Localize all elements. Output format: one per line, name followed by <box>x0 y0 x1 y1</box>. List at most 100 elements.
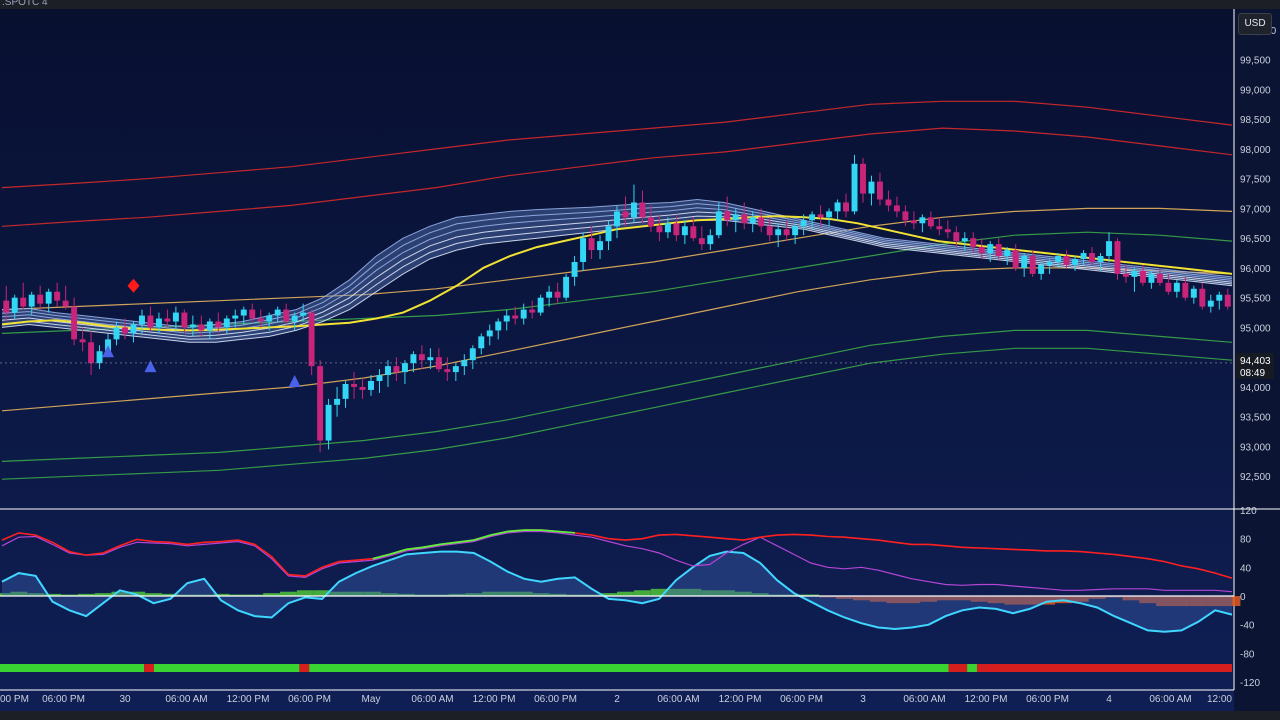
candle-body <box>130 324 137 334</box>
candle-body <box>1224 294 1231 307</box>
candle-body <box>334 398 341 405</box>
candle-body <box>427 357 434 361</box>
candle-body <box>410 354 417 364</box>
candle-body <box>1029 256 1036 274</box>
candle-body <box>749 217 756 224</box>
candle-body <box>206 321 213 331</box>
candle-body <box>512 315 519 319</box>
oscillator-tick-label: -40 <box>1240 621 1255 632</box>
trend-segment-down <box>976 664 1232 672</box>
candle-body <box>376 375 383 382</box>
candle-body <box>571 261 578 277</box>
time-tick-label: 06:00 AM <box>903 694 945 705</box>
trend-segment-up <box>0 664 145 672</box>
candle-body <box>1106 241 1112 257</box>
candle-body <box>155 318 162 328</box>
price-tick-label: 97,000 <box>1240 204 1271 215</box>
candle-body <box>537 297 544 313</box>
candle-body <box>961 238 968 242</box>
candle-body <box>741 214 748 224</box>
candle-body <box>240 309 247 316</box>
candle-body <box>707 235 714 245</box>
candle-body <box>172 312 179 322</box>
candle-body <box>232 315 239 319</box>
candle-body <box>953 232 960 242</box>
candle-body <box>1148 273 1155 283</box>
candle-body <box>860 163 866 194</box>
candle-body <box>444 369 451 373</box>
candle-body <box>800 220 807 227</box>
candle-body <box>732 214 739 221</box>
candle-body <box>1122 273 1129 277</box>
candle-body <box>554 291 561 298</box>
time-tick-label: 12:00 <box>1207 694 1232 705</box>
plot-background <box>0 9 1234 711</box>
candle-body <box>1216 294 1223 301</box>
candle-body <box>1055 256 1062 262</box>
time-tick-label: 00 PM <box>0 694 29 705</box>
candle-body <box>88 342 95 364</box>
candle-body <box>630 202 637 218</box>
candle-body <box>622 211 629 218</box>
time-tick-label: 12:00 PM <box>965 694 1008 705</box>
price-tick-label: 98,000 <box>1240 145 1271 156</box>
candle-body <box>851 163 858 212</box>
candle-body <box>978 247 985 254</box>
candle-body <box>614 211 620 227</box>
oscillator-tick-label: 0 <box>1240 592 1246 603</box>
candle-body <box>274 309 281 316</box>
candle-body <box>902 211 909 221</box>
candle-body <box>1156 273 1163 283</box>
candle-body <box>452 366 459 373</box>
candle-body <box>71 306 78 340</box>
candle-body <box>1072 259 1079 265</box>
candle-body <box>257 318 264 322</box>
candle-body <box>393 366 400 373</box>
candle-body <box>164 318 171 322</box>
candle-body <box>96 351 103 364</box>
oscillator-tick-label: 80 <box>1240 535 1252 546</box>
candle-body <box>113 327 120 340</box>
candle-body <box>28 294 35 307</box>
bottom-toolbar <box>0 711 1280 720</box>
histogram-bar <box>617 591 634 596</box>
candle-body <box>580 238 587 262</box>
time-tick-label: May <box>362 694 381 705</box>
candle-body <box>189 324 196 328</box>
candle-body <box>1038 264 1045 274</box>
candle-body <box>919 217 926 224</box>
candle-body <box>885 199 892 206</box>
candle-body <box>308 312 315 367</box>
time-tick-label: 06:00 PM <box>42 694 85 705</box>
chart-canvas[interactable]: 100,00099,50099,00098,50098,00097,50097,… <box>0 0 1280 720</box>
time-tick-label: 06:00 AM <box>657 694 699 705</box>
candle-body <box>766 226 773 236</box>
candle-body <box>944 229 951 233</box>
candle-body <box>384 366 391 376</box>
trend-segment-down <box>948 664 968 672</box>
candle-body <box>478 336 485 349</box>
candle-body <box>495 321 502 331</box>
candle-body <box>469 348 476 361</box>
price-tick-label: 93,500 <box>1240 413 1271 424</box>
candle-body <box>681 226 688 236</box>
candle-body <box>1012 250 1019 268</box>
candle-body <box>342 383 349 399</box>
price-tick-label: 96,500 <box>1240 234 1271 245</box>
currency-button[interactable]: USD <box>1238 13 1272 35</box>
trend-segment-down <box>144 664 154 672</box>
time-tick-label: 06:00 PM <box>288 694 331 705</box>
candle-body <box>1139 270 1146 283</box>
price-tick-label: 95,000 <box>1240 323 1271 334</box>
candle-body <box>351 383 358 387</box>
candle-body <box>1063 256 1070 265</box>
candle-body <box>1097 256 1104 262</box>
candle-body <box>45 291 52 304</box>
price-tick-label: 96,000 <box>1240 264 1271 275</box>
candle-body <box>37 294 44 304</box>
candle-body <box>783 229 790 236</box>
trend-segment-up <box>967 664 977 672</box>
time-tick-label: 3 <box>860 694 866 705</box>
candle-body <box>359 386 366 390</box>
last-price-countdown: 08:49 <box>1240 368 1265 379</box>
